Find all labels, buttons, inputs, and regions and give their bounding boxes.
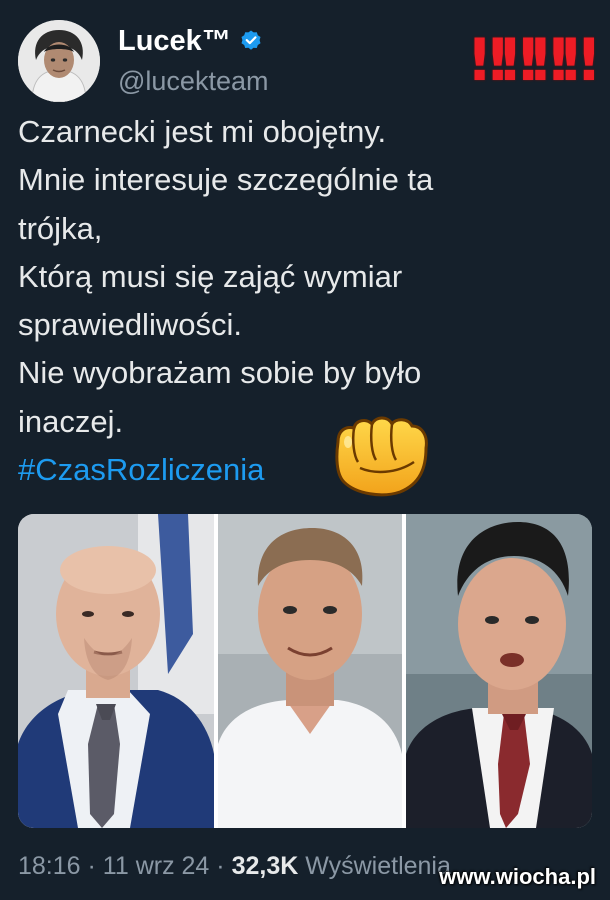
display-name[interactable]: Lucek™ [118,24,231,58]
tweet-line: Czarnecki jest mi obojętny. [18,114,387,149]
tweet-line: inaczej. [18,403,124,439]
hashtag-link[interactable]: #CzasRozliczenia [18,446,578,494]
display-name-row[interactable]: Lucek™ [118,24,268,58]
tweet-line: trójka, [18,210,103,246]
views-label: Wyświetlenia [305,852,451,880]
tweet-card: Lucek™ @lucekteam ‼‼‼‼ Czarnecki jest mi… [0,0,610,900]
avatar-image [18,20,100,102]
tweet-text: Czarnecki jest mi obojętny. Mnie interes… [18,108,578,494]
tweet-time[interactable]: 18:16 [18,852,81,880]
meta-separator: · [87,852,96,880]
user-handle[interactable]: @lucekteam [118,66,268,96]
tweet-line: Którą musi się zająć wymiar [18,258,403,294]
tweet-line: sprawiedliwości. [18,307,242,343]
user-names: Lucek™ @lucekteam [118,24,268,96]
oncoming-fist-icon [335,416,428,497]
tweet-date[interactable]: 11 wrz 24 [103,852,210,880]
views-count: 32,3K [231,852,299,880]
media-collage-image [18,514,592,828]
meta-separator: · [216,852,225,880]
tweet-media[interactable] [18,514,592,828]
exclamation-marks: ‼‼‼‼ [470,26,598,94]
avatar[interactable] [18,20,100,102]
tweet-line: Nie wyobrażam sobie by było [18,355,422,391]
verified-badge-icon [241,30,261,50]
tweet-line: Mnie interesuje szczególnie ta [18,162,434,198]
site-watermark: www.wiocha.pl [439,864,596,889]
tweet-meta: 18:16 · 11 wrz 24 · 32,3K Wyświetlenia [18,852,451,881]
tweet-header: Lucek™ @lucekteam ‼‼‼‼ [18,18,598,102]
